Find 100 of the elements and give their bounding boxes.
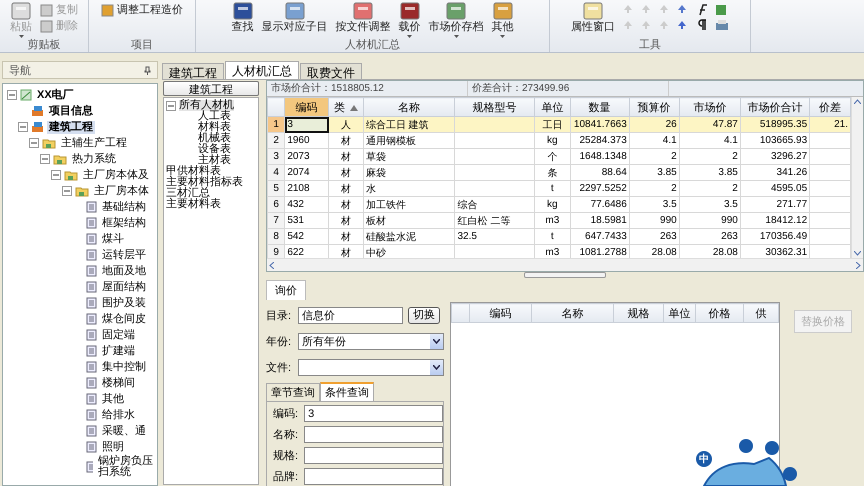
toolbar-button[interactable]: 市场价存档 (428, 2, 484, 38)
sheet-icon (86, 393, 97, 405)
tab[interactable]: 章节查询 (266, 383, 320, 401)
tree-item[interactable]: 建筑工程 (47, 120, 95, 134)
collapse-toggle[interactable] (40, 154, 50, 164)
tree-item[interactable]: 楼梯间 (100, 376, 137, 390)
tree-item[interactable]: 人工表 (198, 111, 231, 122)
sheet-icon (86, 409, 97, 421)
table-cell: 材 (328, 196, 364, 212)
tree-item[interactable]: 运转层平 (100, 248, 148, 262)
scrollbar[interactable] (851, 97, 863, 258)
pin-icon[interactable] (144, 66, 151, 74)
toolbar-button[interactable]: 载价 (398, 2, 420, 38)
scrollbar[interactable] (267, 258, 863, 271)
splitter-handle[interactable] (524, 272, 606, 278)
toolbar-button[interactable]: 其他 (492, 2, 514, 38)
pilcrow-icon[interactable] (697, 19, 707, 31)
table-cell: t (534, 180, 570, 196)
tree-item[interactable]: 照明 (100, 440, 126, 454)
column-header: 市场价合计 (740, 98, 810, 116)
chart-icon (20, 89, 32, 101)
tree-item[interactable]: 屋面结构 (100, 280, 148, 294)
tree-item[interactable]: 其他 (100, 392, 126, 406)
tree-item[interactable]: 扩建端 (100, 344, 137, 358)
tree-item[interactable]: 锅炉房负压扫系统 (96, 455, 157, 479)
tree-item[interactable]: 热力系统 (70, 152, 118, 166)
table-cell: 水 (363, 180, 455, 196)
arrow-left-icon[interactable] (269, 262, 274, 268)
collapse-toggle[interactable] (62, 186, 72, 196)
tree-item[interactable]: 甲供材料表 (166, 166, 221, 177)
printer-icon[interactable] (715, 19, 729, 31)
input-field[interactable] (304, 447, 443, 464)
column-header: 市场价 (679, 98, 740, 116)
tree-item[interactable]: 三材汇总 (166, 188, 210, 199)
tree-item[interactable]: 主要材料指标表 (166, 177, 243, 188)
tab[interactable]: 条件查询 (320, 382, 374, 401)
tree-item[interactable]: 给排水 (100, 408, 137, 422)
switch-button[interactable]: 切换 (408, 306, 440, 324)
table-cell: 硅酸盐水泥 (363, 228, 455, 244)
tree-item[interactable]: 煤斗 (100, 232, 126, 246)
formula-icon[interactable] (697, 4, 709, 16)
input-field[interactable] (304, 468, 443, 485)
tree-item[interactable]: 项目信息 (47, 104, 95, 118)
table-cell: 77.6486 (570, 196, 630, 212)
tree-item[interactable]: XX电厂 (35, 88, 76, 102)
input-field[interactable]: 3 (304, 405, 443, 422)
collapse-toggle[interactable] (7, 90, 17, 100)
toolbar-button[interactable]: 显示对应子目 (262, 2, 328, 34)
table-cell: 4595.05 (740, 180, 810, 196)
tree-item[interactable]: 主材表 (198, 155, 231, 166)
minus-icon (9, 92, 15, 98)
table-cell: 材 (328, 148, 364, 164)
tab[interactable]: 建筑工程 (162, 63, 224, 79)
tab[interactable]: 人材机汇总 (225, 61, 299, 79)
field-label: 名称: (273, 428, 300, 442)
column-header: 价格 (696, 304, 744, 322)
tree-item[interactable]: 固定端 (100, 328, 137, 342)
arrow-right-icon[interactable] (856, 262, 861, 268)
tree-item[interactable]: 所有人材机 (179, 100, 234, 111)
toolbar-button[interactable]: 属性窗口 (571, 2, 615, 34)
field-label: 文件: (266, 360, 292, 374)
dropdown[interactable]: 所有年份 (298, 332, 444, 350)
collapse-toggle[interactable] (29, 138, 39, 148)
table-cell: 647.7433 (570, 228, 630, 244)
tree-item[interactable]: 煤仓间皮 (100, 312, 148, 326)
toolbar-button[interactable]: 查找 (232, 2, 254, 34)
table-cell: 3296.27 (740, 148, 810, 164)
column-header: 单位 (664, 304, 696, 322)
tree-item[interactable]: 框架结构 (100, 216, 148, 230)
input-field[interactable] (304, 426, 443, 443)
category-button[interactable]: 建筑工程 (163, 81, 259, 96)
row-number: 1 (268, 116, 285, 132)
table-cell: 综合 (454, 196, 534, 212)
tree-item[interactable]: 主厂房本体及 (81, 168, 151, 182)
collapse-toggle[interactable] (51, 170, 61, 180)
tree-item[interactable]: 主辅生产工程 (59, 136, 129, 150)
tree-item[interactable]: 主要材料表 (166, 199, 221, 210)
toolbar-button[interactable]: 调整工程造价 (101, 4, 183, 17)
tree-item[interactable]: 机械表 (198, 133, 231, 144)
tab[interactable]: 询价 (266, 280, 306, 300)
tree-item[interactable]: 设备表 (198, 144, 231, 155)
tree-item[interactable]: 材料表 (198, 122, 231, 133)
dropdown[interactable] (298, 358, 444, 376)
tree-item[interactable]: 集中控制 (100, 360, 148, 374)
arrow-down-icon[interactable] (854, 251, 861, 256)
tree-item[interactable]: 主厂房本体 (92, 184, 151, 198)
tree-item[interactable]: 基础结构 (100, 200, 148, 214)
input-field[interactable]: 信息价 (298, 306, 403, 324)
tree-item[interactable]: 围护及装 (100, 296, 148, 310)
tab[interactable]: 取费文件 (300, 63, 362, 79)
arrow-up-icon[interactable] (854, 99, 861, 104)
folder-icon (53, 154, 67, 164)
row-number: 8 (268, 228, 285, 244)
row-number: 5 (268, 180, 285, 196)
tree-item[interactable]: 地面及地 (100, 264, 148, 278)
collapse-toggle[interactable] (18, 122, 28, 132)
group-label: 工具 (639, 38, 661, 52)
tree-item[interactable]: 采暖、通 (100, 424, 148, 438)
toolbar-button[interactable]: 按文件调整 (336, 2, 390, 34)
collapse-toggle[interactable] (166, 100, 176, 110)
